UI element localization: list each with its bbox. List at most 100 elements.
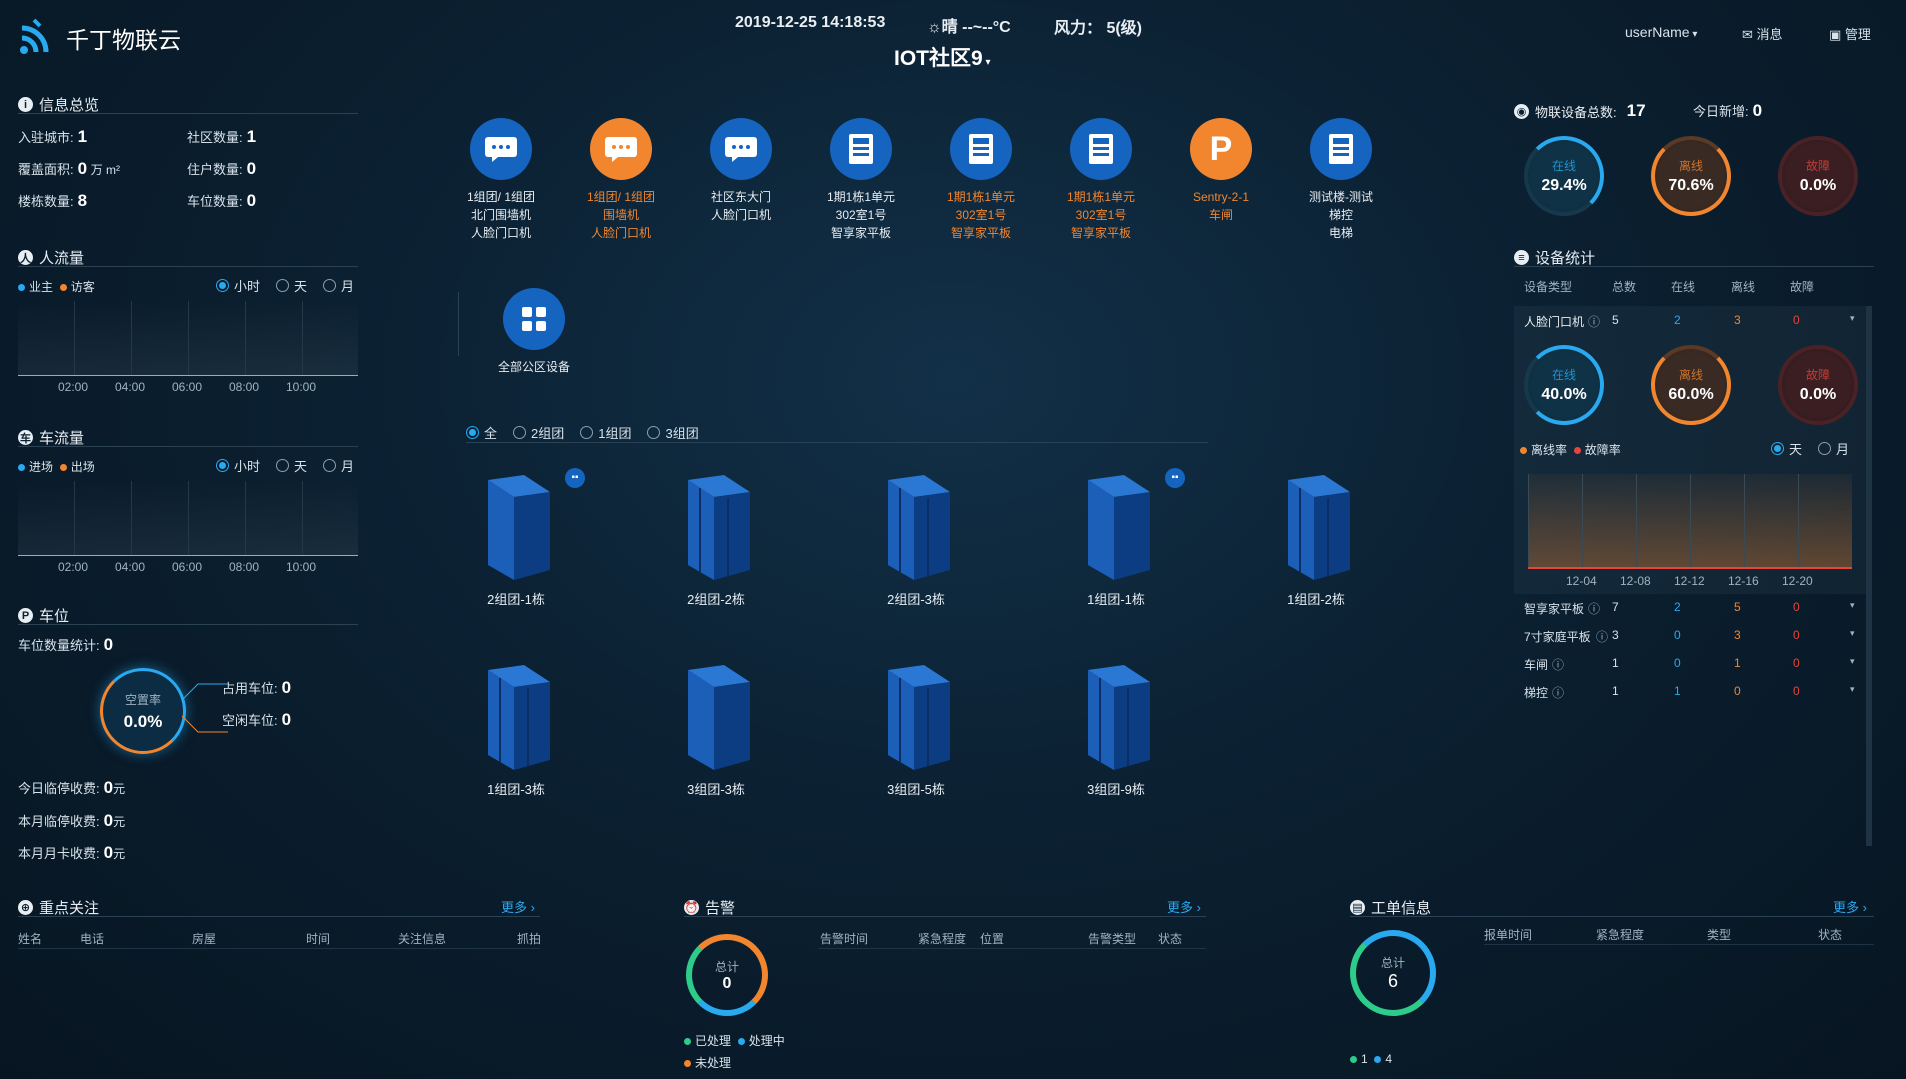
range-hour[interactable]: 小时	[216, 456, 260, 475]
stats-row[interactable]: 7寸家庭平板 ⓘ 3 0 3 0 ▾	[1524, 628, 1864, 650]
building-item[interactable]: 2组团-1栋	[446, 470, 586, 608]
focus-title: ⊕ 重点关注	[18, 897, 99, 918]
chevron-down-icon: ▾	[982, 57, 991, 68]
offline-ring: 离线 60.0%	[1651, 345, 1731, 425]
range-day[interactable]: 天	[1771, 439, 1802, 458]
info-icon: i	[18, 97, 33, 112]
device-line: 人脸门口机	[710, 208, 771, 222]
user-name: userName	[1625, 24, 1690, 40]
parking-count-label: 车位数量:	[187, 194, 243, 209]
device-item[interactable]: 1期1栋1单元 302室1号 智享家平板	[1041, 118, 1161, 242]
range-month[interactable]: 月	[323, 456, 354, 475]
households-label: 住户数量:	[187, 162, 243, 177]
admin-link[interactable]: ▣ 管理	[1829, 24, 1871, 43]
alarm-total-ring: 总计 0	[686, 934, 768, 1016]
user-menu[interactable]: userName ▾	[1625, 24, 1697, 40]
alarm-more-link[interactable]: 更多 ›	[1167, 897, 1201, 916]
range-day[interactable]: 天	[276, 276, 307, 295]
chevron-down-icon[interactable]: ▾	[1850, 656, 1855, 667]
grid-icon	[503, 288, 565, 350]
group-all[interactable]: 全	[466, 423, 497, 442]
stats-scrollbar[interactable]	[1866, 306, 1872, 846]
device-item[interactable]: 1组团/ 1组团 围墙机 人脸门口机	[561, 118, 681, 242]
building-item[interactable]: 2组团-2栋	[646, 470, 786, 608]
device-item[interactable]: 1期1栋1单元 302室1号 智享家平板	[801, 118, 921, 242]
free-spaces: 空闲车位: 0	[222, 710, 291, 730]
tablet-icon	[1310, 118, 1372, 180]
currency: 元	[113, 815, 126, 829]
legend-offline-rate: 离线率	[1531, 443, 1568, 457]
messages-link[interactable]: ✉ 消息	[1742, 24, 1783, 43]
chevron-down-icon[interactable]: ▾	[1850, 600, 1855, 611]
legend-owner: 业主	[29, 280, 54, 294]
chevron-down-icon[interactable]: ▾	[1850, 628, 1855, 639]
building-label: 2组团-2栋	[687, 592, 745, 607]
online-value: 0	[1674, 656, 1681, 670]
building-icon	[1088, 665, 1150, 770]
people-flow-title: 人人流量	[18, 247, 84, 268]
building-item[interactable]: 1组团-3栋	[446, 660, 586, 798]
card-fee: 本月月卡收费: 0元	[18, 843, 125, 863]
device-item[interactable]: 1组团/ 1组团 北门围墙机 人脸门口机	[441, 118, 561, 242]
range-hour[interactable]: 小时	[216, 276, 260, 295]
group-3[interactable]: 3组团	[647, 423, 699, 442]
car-flow-title-text: 车流量	[39, 430, 85, 447]
x-tick: 08:00	[229, 380, 260, 394]
chevron-down-icon[interactable]: ▾	[1850, 684, 1855, 695]
alarm-title: ⏰ 告警	[684, 897, 735, 918]
device-item[interactable]: 社区东大门 人脸门口机	[681, 118, 801, 224]
building-item[interactable]: 3组团-3栋	[646, 660, 786, 798]
stats-row[interactable]: 智享家平板 ⓘ 7 2 5 0 ▾	[1524, 600, 1864, 622]
building-item[interactable]: 1组团-1栋	[1046, 470, 1186, 608]
device-item[interactable]: 测试楼-测试 梯控 电梯	[1281, 118, 1401, 242]
workorder-legend: 1 4	[1350, 1052, 1392, 1066]
focus-more-link[interactable]: 更多 ›	[501, 897, 535, 916]
building-item[interactable]: 3组团-9栋	[1046, 660, 1186, 798]
x-tick: 02:00	[58, 560, 89, 574]
stats-row[interactable]: 梯控 ⓘ 1 1 0 0 ▾	[1524, 684, 1864, 706]
x-tick: 06:00	[172, 560, 203, 574]
community-stat: 社区数量: 1	[187, 127, 256, 147]
range-month[interactable]: 月	[1818, 439, 1849, 458]
fault-ring: 故障 0.0%	[1778, 136, 1858, 216]
device-item[interactable]: 1期1栋1单元 302室1号 智享家平板	[921, 118, 1041, 242]
workorder-more-link[interactable]: 更多 ›	[1833, 897, 1867, 916]
col-header: 关注信息	[398, 932, 447, 946]
range-day[interactable]: 天	[276, 456, 307, 475]
x-tick: 08:00	[229, 560, 260, 574]
online-ring: 在线 29.4%	[1524, 136, 1604, 216]
mail-icon: ✉	[1742, 27, 1757, 42]
building-item[interactable]: 2组团-3栋	[846, 470, 986, 608]
chevron-down-icon[interactable]: ▾	[1850, 313, 1855, 324]
chat-badge-icon[interactable]: ▪▪	[565, 468, 585, 488]
fault-value: 0	[1793, 628, 1800, 642]
vacancy-ring: 空置率 0.0%	[100, 668, 186, 754]
sun-icon: ☼	[927, 19, 942, 36]
tablet-icon	[830, 118, 892, 180]
building-label: 1组团-3栋	[487, 782, 545, 797]
group-1[interactable]: 1组团	[580, 423, 631, 442]
range-month[interactable]: 月	[323, 276, 354, 295]
workorder-total-value: 6	[1387, 971, 1398, 991]
device-line: 1期1栋1单元	[946, 190, 1016, 204]
stats-row[interactable]: 车闸 ⓘ 1 0 1 0 ▾	[1524, 656, 1864, 678]
car-flow-range: 小时天月	[200, 456, 354, 475]
people-flow-title-text: 人流量	[39, 250, 85, 267]
rate-legend: 离线率 故障率	[1520, 441, 1621, 458]
person-icon: 人	[18, 250, 33, 265]
building-item[interactable]: 3组团-5栋	[846, 660, 986, 798]
fault-ring: 故障 0.0%	[1778, 345, 1858, 425]
building-item[interactable]: 1组团-2栋	[1246, 470, 1386, 608]
stats-row-face[interactable]: 人脸门口机 ⓘ 5 2 3 0 ▾	[1524, 313, 1864, 335]
used-spaces: 占用车位: 0	[222, 678, 291, 698]
community-selector[interactable]: IOT社区9 ▾	[894, 42, 991, 72]
workorder-total-ring: 总计 6	[1350, 930, 1436, 1016]
chat-badge-icon[interactable]: ▪▪	[1165, 468, 1185, 488]
chevron-down-icon: ▾	[1689, 29, 1698, 40]
x-tick: 12-08	[1620, 574, 1651, 588]
currency: 元	[113, 847, 126, 861]
device-stats-title: ≡ 设备统计	[1514, 247, 1595, 268]
group-2[interactable]: 2组团	[513, 423, 564, 442]
all-devices-button[interactable]: 全部公区设备	[474, 288, 594, 376]
device-item[interactable]: P Sentry-2-1 车闸	[1161, 118, 1281, 224]
